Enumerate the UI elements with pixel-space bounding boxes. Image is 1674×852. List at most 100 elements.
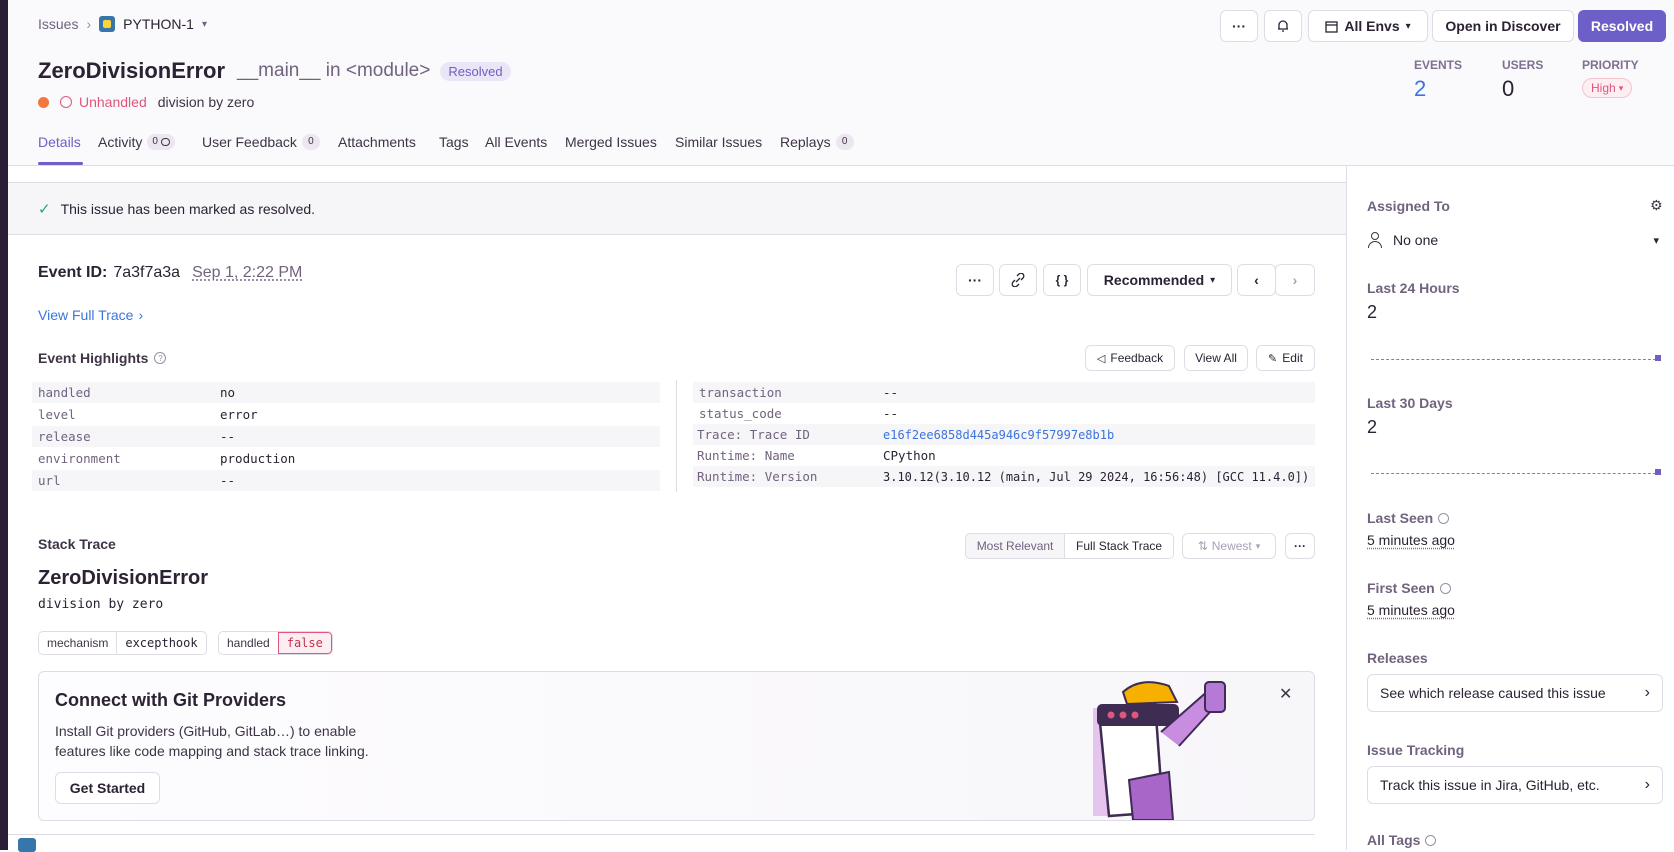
next-event-button[interactable]: ›	[1275, 264, 1315, 296]
resolved-banner-text: This issue has been marked as resolved.	[60, 200, 316, 217]
tab-activity[interactable]: Activity 0	[98, 134, 175, 150]
highlight-key: environment	[38, 451, 121, 466]
assignee-dropdown[interactable]: No one ▾	[1367, 228, 1663, 252]
sort-icon: ⇅	[1197, 539, 1208, 553]
tab-similar-issues[interactable]: Similar Issues	[675, 134, 762, 150]
edit-label: Edit	[1282, 351, 1303, 365]
last-24-hours-label: Last 24 Hours	[1367, 280, 1460, 296]
issue-tracking-label: Issue Tracking	[1367, 742, 1465, 758]
event-highlights-title: Event Highlights	[38, 350, 149, 366]
highlight-row: release --	[32, 426, 660, 447]
most-relevant-button[interactable]: Most Relevant	[966, 534, 1064, 558]
last-seen-title: Last Seen	[1367, 510, 1434, 526]
track-issue-button[interactable]: Track this issue in Jira, GitHub, etc. ›	[1367, 766, 1663, 804]
feedback-button[interactable]: ◁ Feedback	[1085, 345, 1175, 371]
previous-event-button[interactable]: ‹	[1237, 264, 1276, 296]
highlights-divider	[676, 380, 677, 492]
handled-tag[interactable]: handled false	[218, 631, 333, 655]
info-icon	[1439, 582, 1451, 594]
priority-dropdown[interactable]: High ▾	[1582, 78, 1633, 98]
env-selector[interactable]: All Envs ▾	[1308, 10, 1428, 42]
breadcrumb-issues[interactable]: Issues	[38, 16, 78, 32]
exception-value: division by zero	[38, 597, 164, 612]
priority-stat: PRIORITY High ▾	[1582, 58, 1639, 98]
tab-label: Replays	[780, 134, 831, 150]
tab-count: 0	[301, 134, 320, 150]
last-30-days-label: Last 30 Days	[1367, 395, 1453, 411]
tab-label: Merged Issues	[565, 134, 657, 150]
users-label: USERS	[1502, 58, 1544, 72]
first-seen-value[interactable]: 5 minutes ago	[1367, 602, 1455, 618]
highlight-value: production	[220, 451, 296, 466]
tab-attachments[interactable]: Attachments	[338, 134, 416, 150]
info-icon: ?	[154, 352, 167, 364]
all-tags-title: All Tags	[1367, 832, 1421, 848]
tab-tags[interactable]: Tags	[439, 134, 469, 150]
chevron-right-icon: ›	[1644, 776, 1650, 793]
edit-highlights-button[interactable]: ✎ Edit	[1256, 345, 1315, 371]
more-actions-button[interactable]: ···	[1220, 10, 1258, 42]
full-stack-trace-button[interactable]: Full Stack Trace	[1064, 534, 1173, 558]
tab-all-events[interactable]: All Events	[485, 134, 547, 150]
get-started-button[interactable]: Get Started	[55, 772, 160, 804]
mechanism-tag[interactable]: mechanism excepthook	[38, 631, 207, 655]
git-card-body: Install Git providers (GitHub, GitLab…) …	[55, 723, 369, 759]
sort-newest-dropdown[interactable]: ⇅ Newest ▾	[1182, 533, 1276, 559]
view-full-trace-link[interactable]: View Full Trace ›	[38, 307, 143, 323]
stack-more-button[interactable]: ···	[1285, 533, 1315, 559]
subscribe-button[interactable]	[1264, 10, 1302, 42]
tab-replays[interactable]: Replays 0	[780, 134, 854, 150]
tab-count: 0	[147, 134, 175, 150]
tab-details[interactable]: Details	[38, 134, 81, 150]
first-seen-label: First Seen	[1367, 580, 1451, 596]
handled-key: handled	[227, 636, 270, 650]
priority-value: High	[1591, 81, 1616, 95]
highlight-row: Runtime: Version 3.10.12(3.10.12 (main, J…	[693, 466, 1315, 487]
tab-label: Details	[38, 134, 81, 150]
event-more-button[interactable]: ···	[956, 264, 994, 296]
copy-link-button[interactable]	[999, 264, 1037, 296]
highlight-value: CPython	[883, 448, 936, 463]
chevron-right-icon: ›	[86, 16, 92, 32]
recommended-label: Recommended	[1103, 272, 1205, 288]
close-icon[interactable]: ✕	[1279, 684, 1292, 704]
chevron-right-icon: ›	[1644, 684, 1650, 701]
events-value[interactable]: 2	[1414, 76, 1462, 102]
level-dot-icon	[38, 96, 49, 108]
chevron-left-icon: ‹	[1254, 272, 1259, 288]
event-highlights-header: Event Highlights ?	[38, 350, 167, 366]
highlight-row: transaction --	[693, 382, 1315, 403]
tab-merged-issues[interactable]: Merged Issues	[565, 134, 657, 150]
users-stat: USERS 0	[1502, 58, 1543, 102]
settings-gear-icon[interactable]: ⚙	[1650, 197, 1663, 214]
breadcrumb-project[interactable]: PYTHON-1	[123, 16, 194, 32]
last-24-hours-chart[interactable]	[1371, 355, 1661, 361]
highlight-key: url	[38, 473, 61, 488]
json-button[interactable]: { }	[1043, 264, 1081, 296]
resolved-button[interactable]: Resolved	[1578, 10, 1666, 42]
releases-label: Releases	[1367, 650, 1428, 666]
event-date[interactable]: Sep 1, 2:22 PM	[192, 264, 302, 282]
tab-count-value: 0	[152, 136, 158, 147]
python-icon	[99, 16, 116, 32]
git-providers-card: Connect with Git Providers Install Git p…	[38, 671, 1315, 821]
trace-id-link[interactable]: e16f2ee6858d445a946c9f57997e8b1b	[883, 428, 1114, 442]
tab-label: Similar Issues	[675, 134, 763, 150]
event-id[interactable]: 7a3f7a3a	[113, 264, 180, 282]
last-30-days-chart[interactable]	[1371, 469, 1661, 475]
open-in-discover-button[interactable]: Open in Discover	[1432, 10, 1574, 42]
view-all-button[interactable]: View All	[1184, 345, 1248, 371]
highlights-right-table: transaction -- status_code -- Trace: Trace…	[693, 382, 1315, 492]
tab-count: 0	[835, 134, 854, 150]
chevron-down-icon: ▾	[1653, 234, 1659, 247]
feedback-label: Feedback	[1110, 351, 1164, 365]
issue-message: division by zero	[157, 94, 255, 110]
tab-user-feedback[interactable]: User Feedback 0	[202, 134, 320, 150]
recommended-dropdown[interactable]: Recommended ▾	[1087, 264, 1232, 296]
issue-meta-row: Unhandled division by zero	[38, 94, 254, 110]
chevron-down-icon: ▾	[1405, 20, 1411, 32]
last-seen-value[interactable]: 5 minutes ago	[1367, 532, 1455, 548]
see-release-button[interactable]: See which release caused this issue ›	[1367, 674, 1663, 712]
next-panel-peek	[8, 834, 1315, 852]
highlight-key: transaction	[699, 385, 782, 400]
